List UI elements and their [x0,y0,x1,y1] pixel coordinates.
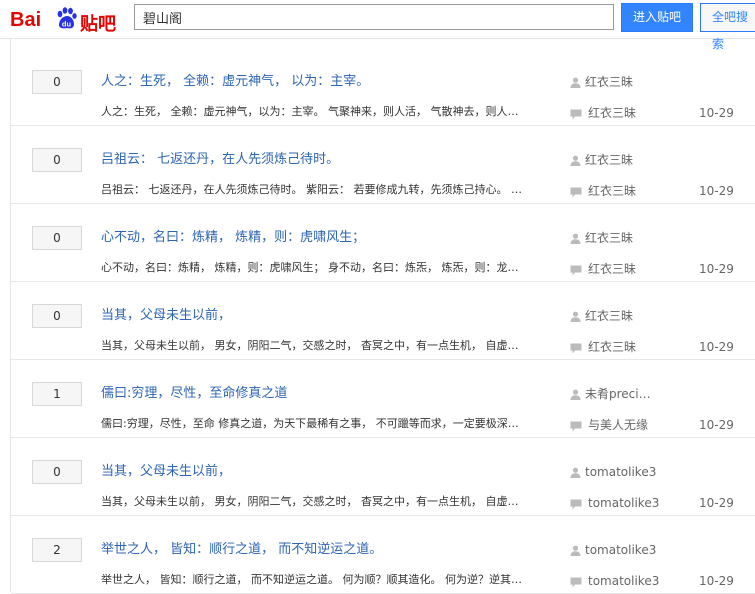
thread-abstract: 举世之人， 皆知：顺行之道， 而不知逆运之道。 何为顺？顺其造化。 何为逆？逆其… [101,573,522,586]
thread-abstract: 心不动，名曰：炼精， 炼精，则：虎啸风生； 身不动，名曰：炼炁， 炼炁，则：龙… [101,261,519,274]
thread-title-link[interactable]: 儒曰:穷理，尽性，至命修真之道 [101,385,287,403]
last-reply-time: 10-29 [699,340,734,354]
thread-abstract: 当其，父母未生以前， 男女，阴阳二气，交感之时， 杳冥之中，有一点生机， 自虚… [101,339,519,352]
last-reply[interactable]: 红衣三昧 [570,105,690,121]
thread-item[interactable]: 1 儒曰:穷理，尽性，至命修真之道 儒曰:穷理，尽性，至命 修真之道，为天下最稀… [11,360,755,438]
thread-author[interactable]: 红衣三昧 [570,308,690,324]
thread-abstract: 吕祖云： 七返还丹，在人先须炼己待时。 紫阳云： 若要修成九转，先须炼己持心。 … [101,183,522,196]
all-tieba-search-button[interactable]: 全吧搜索 [700,3,755,51]
thread-abstract: 儒曰:穷理，尽性，至命 修真之道，为天下最稀有之事， 不可躐等而求，一定要极深… [101,417,519,430]
thread-item[interactable]: 0 当其，父母未生以前， 当其，父母未生以前， 男女，阴阳二气，交感之时， 杳冥… [11,282,755,360]
thread-title-link[interactable]: 当其，父母未生以前， [101,463,231,481]
thread-title-link[interactable]: 心不动，名曰：炼精， 炼精，则：虎啸风生； [101,229,365,247]
reply-bubble-icon [570,109,582,120]
thread-author[interactable]: 红衣三昧 [570,74,690,90]
last-reply[interactable]: tomatolike3 [570,573,690,589]
user-icon [570,77,581,88]
baidu-tieba-logo[interactable]: Bai du 贴吧 [10,4,120,35]
thread-item[interactable]: 0 心不动，名曰：炼精， 炼精，则：虎啸风生； 心不动，名曰：炼精， 炼精，则：… [11,204,755,282]
reply-bubble-icon [570,265,582,276]
thread-item[interactable]: 0 当其，父母未生以前， 当其，父母未生以前， 男女，阴阳二气，交感之时， 杳冥… [11,438,755,516]
thread-abstract: 人之：生死， 全赖：虚元神气，以为：主宰。 气聚神来，则人活， 气散神去，则人… [101,105,519,118]
thread-title-link[interactable]: 当其，父母未生以前， [101,307,231,325]
last-reply-user: tomatolike3 [588,574,660,588]
author-name: 红衣三昧 [585,75,634,89]
logo-text-bai: Bai [10,9,42,31]
last-reply[interactable]: 与美人无缘 [570,417,690,433]
enter-tieba-button[interactable]: 进入贴吧 [621,3,693,32]
reply-count-badge: 0 [32,460,82,484]
last-reply[interactable]: tomatolike3 [570,495,690,511]
logo-text-du: du [62,20,72,29]
reply-bubble-icon [570,421,582,432]
last-reply[interactable]: 红衣三昧 [570,261,690,277]
last-reply[interactable]: 红衣三昧 [570,339,690,355]
thread-author[interactable]: 红衣三昧 [570,230,690,246]
author-name: 红衣三昧 [585,153,634,167]
user-icon [570,233,581,244]
logo-text-tieba: 贴吧 [80,14,116,35]
top-search-bar: Bai du 贴吧 进入贴吧 全吧搜索 [0,0,755,51]
thread-title-link[interactable]: 吕祖云： 七返还丹，在人先须炼己待时。 [101,151,339,169]
user-icon [570,545,581,556]
thread-abstract: 当其，父母未生以前， 男女，阴阳二气，交感之时， 杳冥之中，有一点生机， 自虚… [101,495,519,508]
last-reply-time: 10-29 [699,574,734,588]
reply-bubble-icon [570,187,582,198]
last-reply-user: tomatolike3 [588,496,660,510]
reply-count-badge: 0 [32,226,82,250]
last-reply-time: 10-29 [699,496,734,510]
reply-bubble-icon [570,343,582,354]
author-name: tomatolike3 [585,543,657,557]
user-icon [570,389,581,400]
baidu-paw-icon: du [57,7,77,29]
thread-list: 0 人之：生死， 全赖：虚元神气， 以为：主宰。 人之：生死， 全赖：虚元神气，… [10,38,755,594]
thread-author[interactable]: 未肴preci… [570,386,690,402]
search-input[interactable] [134,4,614,30]
reply-count-badge: 1 [32,382,82,406]
thread-author[interactable]: tomatolike3 [570,542,690,558]
last-reply-time: 10-29 [699,262,734,276]
last-reply-time: 10-29 [699,106,734,120]
thread-author[interactable]: 红衣三昧 [570,152,690,168]
last-reply-user: 红衣三昧 [588,340,637,354]
author-name: 红衣三昧 [585,231,634,245]
reply-bubble-icon [570,499,582,510]
author-name: tomatolike3 [585,465,657,479]
thread-author[interactable]: tomatolike3 [570,464,690,480]
thread-title-link[interactable]: 举世之人， 皆知：顺行之道， 而不知逆运之道。 [101,541,382,559]
thread-item[interactable]: 0 吕祖云： 七返还丹，在人先须炼己待时。 吕祖云： 七返还丹，在人先须炼己待时… [11,126,755,204]
author-name: 红衣三昧 [585,309,634,323]
thread-item[interactable]: 2 举世之人， 皆知：顺行之道， 而不知逆运之道。 举世之人， 皆知：顺行之道，… [11,516,755,594]
last-reply-user: 与美人无缘 [588,418,649,432]
last-reply-time: 10-29 [699,184,734,198]
author-name: 未肴preci… [585,387,651,401]
reply-count-badge: 2 [32,538,82,562]
reply-count-badge: 0 [32,70,82,94]
last-reply-user: 红衣三昧 [588,184,637,198]
user-icon [570,155,581,166]
user-icon [570,311,581,322]
last-reply-time: 10-29 [699,418,734,432]
reply-bubble-icon [570,577,582,588]
last-reply-user: 红衣三昧 [588,106,637,120]
thread-title-link[interactable]: 人之：生死， 全赖：虚元神气， 以为：主宰。 [101,73,369,91]
user-icon [570,467,581,478]
thread-item[interactable]: 0 人之：生死， 全赖：虚元神气， 以为：主宰。 人之：生死， 全赖：虚元神气，… [11,48,755,126]
reply-count-badge: 0 [32,304,82,328]
last-reply[interactable]: 红衣三昧 [570,183,690,199]
reply-count-badge: 0 [32,148,82,172]
last-reply-user: 红衣三昧 [588,262,637,276]
